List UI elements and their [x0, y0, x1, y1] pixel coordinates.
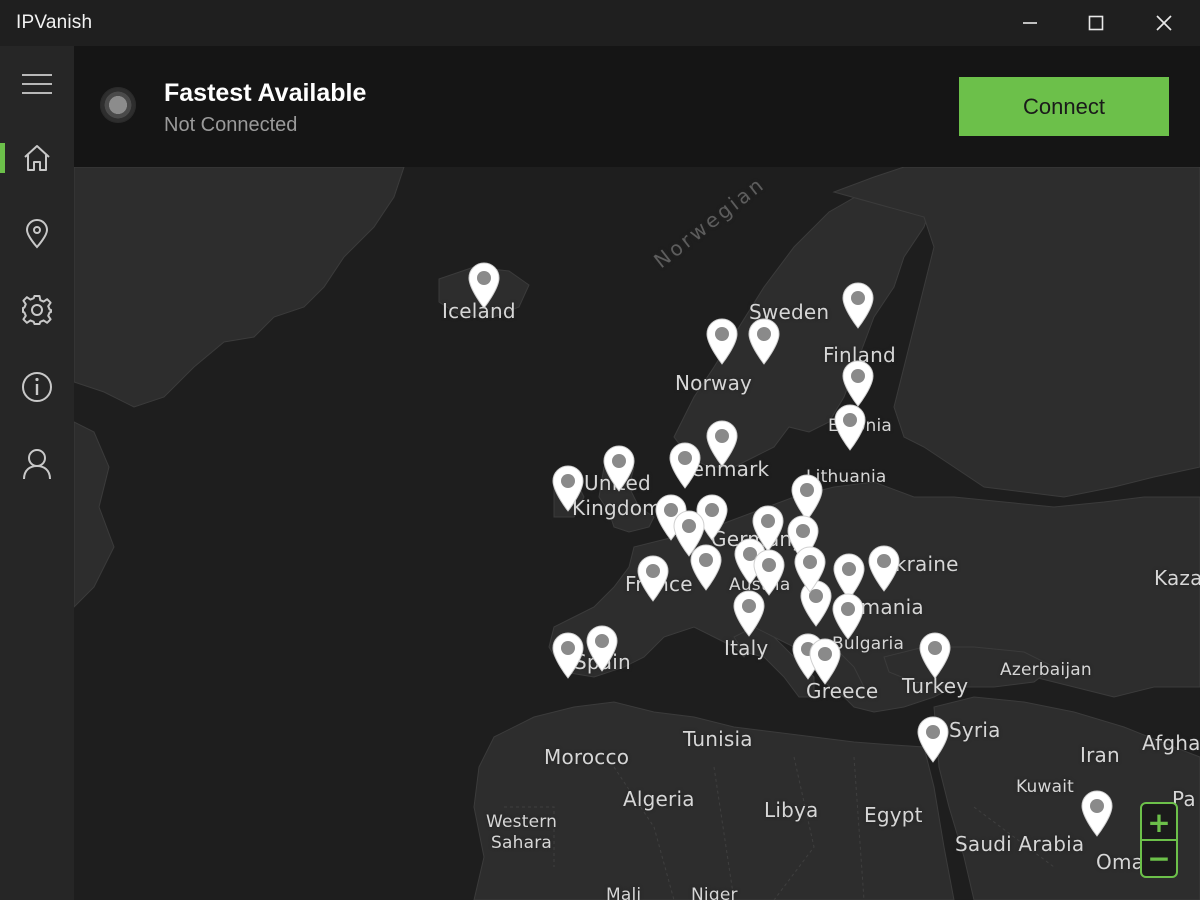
map-marker-icon: [842, 360, 874, 407]
map-marker-icon: [834, 404, 866, 451]
server-location-pin[interactable]: [467, 261, 501, 309]
server-location-pin[interactable]: [831, 592, 865, 640]
map-label-kuwait: Kuwait: [1016, 777, 1074, 797]
map-marker-icon: [1081, 790, 1113, 837]
user-icon: [23, 449, 51, 480]
map-label-saudi-arabia: Saudi Arabia: [955, 832, 1085, 856]
maximize-icon: [1088, 15, 1104, 31]
sidebar-item-account[interactable]: [0, 434, 74, 494]
app-window: IPVanish Fastest Available Not Connected…: [0, 0, 1200, 900]
location-pin-icon: [25, 219, 49, 249]
server-location-pin[interactable]: [551, 631, 585, 679]
server-location-pin[interactable]: [585, 624, 619, 672]
server-location-pin[interactable]: [705, 317, 739, 365]
connection-status-indicator: [100, 87, 136, 123]
map-marker-icon: [917, 716, 949, 763]
server-location-pin[interactable]: [1080, 789, 1114, 837]
sidebar-item-settings[interactable]: [0, 280, 74, 340]
connect-button[interactable]: Connect: [959, 77, 1169, 136]
map-marker-icon: [603, 445, 635, 492]
map-marker-icon: [669, 442, 701, 489]
map-marker-icon: [868, 545, 900, 592]
home-icon: [24, 145, 50, 171]
map-label-syria: Syria: [949, 718, 1001, 742]
connection-panel: Fastest Available Not Connected Connect: [74, 46, 1200, 167]
server-location-pin[interactable]: [689, 543, 723, 591]
server-location-pin[interactable]: [602, 444, 636, 492]
sidebar: [0, 46, 74, 900]
info-icon: [22, 372, 52, 402]
map-marker-icon: [586, 625, 618, 672]
server-location-pin[interactable]: [841, 281, 875, 329]
close-icon: [1156, 15, 1172, 31]
map-label-western: Western: [486, 812, 558, 832]
map-label-kazakhstan: Kaza: [1154, 566, 1200, 590]
map-marker-icon: [706, 318, 738, 365]
title-bar: IPVanish: [0, 0, 1200, 46]
map-marker-icon: [832, 593, 864, 640]
map-label-afghanistan: Afgha: [1142, 731, 1200, 755]
server-location-pin[interactable]: [867, 544, 901, 592]
sidebar-item-home[interactable]: [0, 128, 74, 188]
gear-icon: [22, 295, 52, 325]
map-marker-icon: [637, 555, 669, 602]
map-marker-icon: [748, 318, 780, 365]
server-location-pin[interactable]: [705, 419, 739, 467]
server-location-pin[interactable]: [808, 637, 842, 685]
map-marker-icon: [552, 465, 584, 512]
server-location-pin[interactable]: [916, 715, 950, 763]
map-label-niger: Niger: [691, 885, 738, 900]
server-name[interactable]: Fastest Available: [164, 79, 366, 108]
map-label-algeria: Algeria: [623, 787, 695, 811]
hamburger-menu-icon: [22, 74, 52, 94]
map-marker-icon: [690, 544, 722, 591]
map-label-norway: Norway: [675, 371, 753, 395]
server-location-pin[interactable]: [841, 359, 875, 407]
server-location-pin[interactable]: [636, 554, 670, 602]
map-marker-icon: [733, 590, 765, 637]
map-marker-icon: [919, 632, 951, 679]
map-label-morocco: Morocco: [544, 745, 630, 769]
server-location-pin[interactable]: [668, 441, 702, 489]
map-label-egypt: Egypt: [864, 803, 923, 827]
server-location-pin[interactable]: [833, 403, 867, 451]
map-label-libya: Libya: [764, 798, 819, 822]
map-marker-icon: [842, 282, 874, 329]
connection-status-text: Not Connected: [164, 114, 298, 136]
map-marker-icon: [552, 632, 584, 679]
map-label-azerbaijan: Azerbaijan: [1000, 660, 1092, 680]
minimize-button[interactable]: [998, 0, 1062, 46]
server-map[interactable]: Norwegian Iceland Sweden Finland Norway …: [74, 167, 1200, 900]
server-location-pin[interactable]: [732, 589, 766, 637]
server-location-pin[interactable]: [918, 631, 952, 679]
zoom-controls: + −: [1140, 802, 1178, 878]
sidebar-item-info[interactable]: [0, 357, 74, 417]
map-label-mali: Mali: [606, 885, 642, 900]
map-label-iran: Iran: [1080, 743, 1120, 767]
sidebar-item-locations[interactable]: [0, 204, 74, 264]
map-label-sahara: Sahara: [491, 833, 553, 853]
minimize-icon: [1023, 22, 1037, 24]
close-button[interactable]: [1132, 0, 1196, 46]
zoom-in-button[interactable]: +: [1142, 805, 1176, 839]
map-marker-icon: [468, 262, 500, 309]
server-location-pin[interactable]: [551, 464, 585, 512]
server-location-pin[interactable]: [747, 317, 781, 365]
maximize-button[interactable]: [1064, 0, 1128, 46]
menu-button[interactable]: [0, 54, 74, 114]
server-location-pin[interactable]: [793, 545, 827, 593]
map-label-italy: Italy: [724, 636, 769, 660]
app-title: IPVanish: [16, 12, 93, 33]
map-label-tunisia: Tunisia: [683, 727, 753, 751]
map-label-kingdom: Kingdom: [572, 496, 662, 520]
map-marker-icon: [794, 546, 826, 593]
zoom-out-button[interactable]: −: [1142, 841, 1176, 875]
map-marker-icon: [706, 420, 738, 467]
map-marker-icon: [809, 638, 841, 685]
